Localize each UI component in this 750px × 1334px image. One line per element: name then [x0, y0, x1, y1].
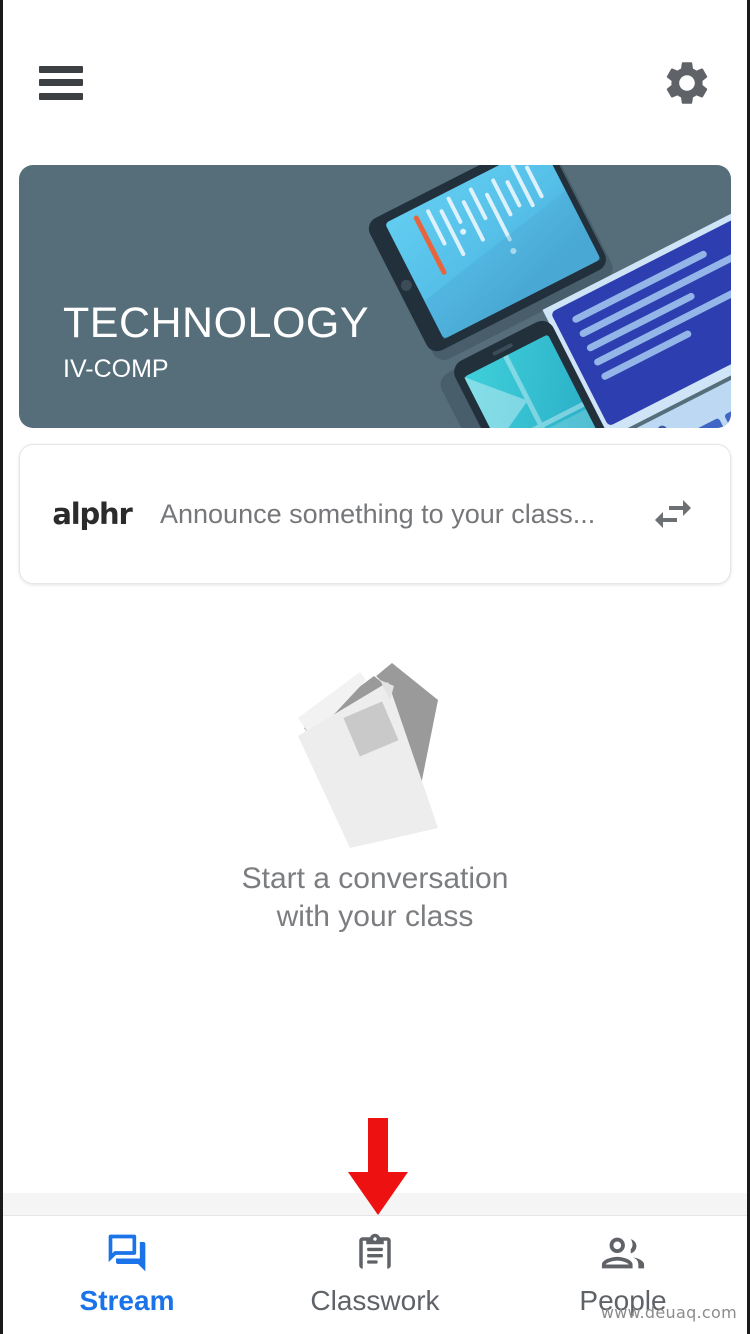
tab-stream-label: Stream: [79, 1285, 175, 1316]
swap-arrows-icon[interactable]: [644, 485, 702, 543]
class-section: IV-COMP: [63, 355, 169, 383]
announce-input-placeholder[interactable]: Announce something to your class...: [160, 499, 644, 530]
hamburger-bar: [39, 65, 83, 73]
top-app-bar: [3, 0, 747, 165]
empty-state: Start a conversation with your class: [3, 640, 747, 937]
gear-icon[interactable]: [659, 55, 715, 111]
red-down-arrow: [348, 1118, 408, 1215]
tab-stream[interactable]: Stream: [3, 1230, 251, 1317]
tab-classwork[interactable]: Classwork: [251, 1230, 499, 1317]
clipboard-icon: [354, 1230, 396, 1276]
forum-icon: [105, 1230, 149, 1276]
class-name: TECHNOLOGY: [63, 299, 370, 348]
empty-state-text: Start a conversation with your class: [242, 860, 509, 937]
tab-classwork-label: Classwork: [310, 1285, 440, 1316]
class-banner[interactable]: TECHNOLOGY IV-COMP: [19, 165, 731, 428]
site-watermark: www.deuaq.com: [600, 1303, 737, 1322]
empty-state-line-1: Start a conversation: [241, 862, 509, 895]
app-screen: TECHNOLOGY IV-COMP alphr Announce someth…: [0, 0, 750, 1334]
hamburger-bar: [39, 92, 83, 100]
hamburger-menu-icon[interactable]: [39, 65, 83, 100]
people-icon: [600, 1230, 646, 1276]
empty-state-line-2: with your class: [276, 900, 474, 934]
technology-devices-illustration: [311, 165, 731, 428]
stacked-papers-illustration: [298, 663, 438, 848]
announce-card[interactable]: alphr Announce something to your class..…: [19, 444, 731, 584]
banner-text-block: TECHNOLOGY IV-COMP: [63, 299, 370, 384]
avatar: alphr: [52, 497, 132, 531]
hamburger-bar: [39, 79, 83, 86]
